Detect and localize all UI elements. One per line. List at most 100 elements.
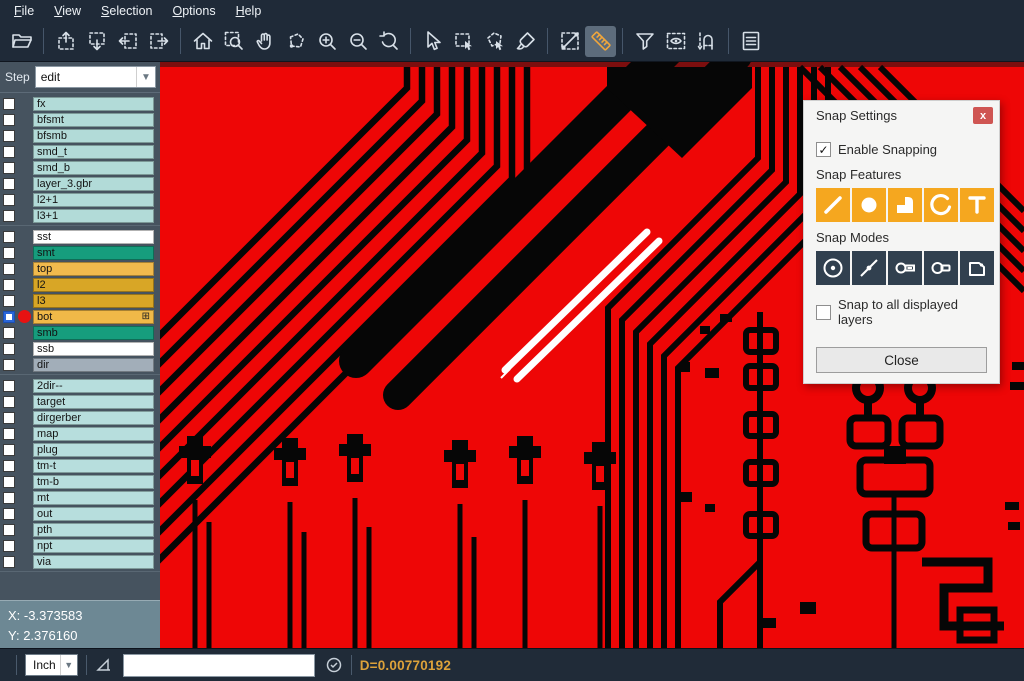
layer-name[interactable]: l2+1 [33, 193, 154, 207]
mode-midpoint-button[interactable] [852, 251, 886, 285]
layer-row[interactable]: pth [0, 522, 160, 537]
layer-grid-icon[interactable]: ⊞ [142, 312, 150, 322]
select-polygon-button[interactable] [479, 26, 510, 57]
layer-row[interactable]: top [0, 261, 160, 276]
layer-name[interactable]: target [33, 395, 154, 409]
select-rect-button[interactable] [448, 26, 479, 57]
menu-options[interactable]: Options [162, 2, 225, 20]
open-folder-button[interactable] [6, 26, 37, 57]
layer-name[interactable]: fx [33, 97, 154, 111]
layer-row[interactable]: smt [0, 245, 160, 260]
menu-file[interactable]: File [4, 2, 44, 20]
layer-name[interactable]: via [33, 555, 154, 569]
layer-row[interactable]: npt [0, 538, 160, 553]
layer-visibility-checkbox[interactable] [3, 396, 15, 408]
layer-visibility-checkbox[interactable] [3, 508, 15, 520]
layer-name[interactable]: tm-t [33, 459, 154, 473]
layer-name[interactable]: ssb [33, 342, 154, 356]
layer-visibility-checkbox[interactable] [3, 412, 15, 424]
report-button[interactable] [735, 26, 766, 57]
step-dropdown[interactable]: edit ▼ [35, 66, 156, 88]
layer-name[interactable]: smd_b [33, 161, 154, 175]
layer-name[interactable]: map [33, 427, 154, 441]
zoom-window-button[interactable] [280, 26, 311, 57]
layer-visibility-checkbox[interactable] [3, 428, 15, 440]
layer-visibility-checkbox[interactable] [3, 194, 15, 206]
snap-arc-button[interactable] [924, 188, 958, 222]
layer-row[interactable]: smd_t [0, 144, 160, 159]
layer-row[interactable]: 2dir-- [0, 378, 160, 393]
pan-hand-button[interactable] [249, 26, 280, 57]
layer-visibility-checkbox[interactable] [3, 524, 15, 536]
layer-row[interactable]: via [0, 554, 160, 569]
layer-visibility-checkbox[interactable] [3, 178, 15, 190]
layer-row[interactable]: bfsmb [0, 128, 160, 143]
shift-up-button[interactable] [50, 26, 81, 57]
ruler-button[interactable] [585, 26, 616, 57]
chevron-down-icon[interactable]: ▼ [60, 655, 77, 675]
close-icon[interactable]: x [973, 107, 993, 124]
menu-view[interactable]: View [44, 2, 91, 20]
layer-row[interactable]: layer_3.gbr [0, 176, 160, 191]
apply-check-icon[interactable] [325, 656, 343, 674]
chevron-down-icon[interactable]: ▼ [136, 67, 155, 87]
mode-contour-button[interactable] [960, 251, 994, 285]
layer-name[interactable]: dir [33, 358, 154, 372]
snap-circle-button[interactable] [852, 188, 886, 222]
layer-name[interactable]: out [33, 507, 154, 521]
snap-surface-button[interactable] [888, 188, 922, 222]
layer-visibility-checkbox[interactable] [3, 247, 15, 259]
layer-row[interactable]: l3 [0, 293, 160, 308]
dialog-titlebar[interactable]: Snap Settings x [804, 101, 999, 130]
layer-visibility-checkbox[interactable] [3, 460, 15, 472]
layer-row[interactable]: bot⊞ [0, 309, 160, 324]
shift-right-button[interactable] [143, 26, 174, 57]
layer-visibility-checkbox[interactable] [3, 444, 15, 456]
command-input[interactable] [123, 654, 315, 677]
layer-visibility-checkbox[interactable] [3, 380, 15, 392]
snap-line-button[interactable] [816, 188, 850, 222]
enable-snapping-checkbox[interactable]: ✓ [816, 142, 831, 157]
layer-visibility-checkbox[interactable] [3, 114, 15, 126]
layer-visibility-checkbox[interactable] [3, 210, 15, 222]
layer-row[interactable]: tm-b [0, 474, 160, 489]
layer-row[interactable]: l2 [0, 277, 160, 292]
layer-visibility-checkbox[interactable] [3, 311, 15, 323]
layer-row[interactable]: bfsmt [0, 112, 160, 127]
measure-line-button[interactable] [554, 26, 585, 57]
layer-row[interactable]: out [0, 506, 160, 521]
layer-visibility-checkbox[interactable] [3, 130, 15, 142]
zoom-out-button[interactable] [342, 26, 373, 57]
layer-visibility-checkbox[interactable] [3, 263, 15, 275]
layer-name[interactable]: smd_t [33, 145, 154, 159]
view-options-button[interactable] [660, 26, 691, 57]
layer-row[interactable]: ssb [0, 341, 160, 356]
layer-row[interactable]: mt [0, 490, 160, 505]
layer-name[interactable]: tm-b [33, 475, 154, 489]
layer-row[interactable]: plug [0, 442, 160, 457]
layer-name[interactable]: layer_3.gbr [33, 177, 154, 191]
layer-row[interactable]: dirgerber [0, 410, 160, 425]
layer-visibility-checkbox[interactable] [3, 327, 15, 339]
layer-visibility-checkbox[interactable] [3, 162, 15, 174]
layer-visibility-checkbox[interactable] [3, 279, 15, 291]
close-button[interactable]: Close [816, 347, 987, 373]
snap-text-button[interactable] [960, 188, 994, 222]
all-layers-row[interactable]: Snap to all displayed layers [816, 297, 987, 327]
enable-snapping-row[interactable]: ✓ Enable Snapping [816, 142, 987, 157]
brush-button[interactable] [510, 26, 541, 57]
menu-help[interactable]: Help [226, 2, 272, 20]
mode-center-button[interactable] [816, 251, 850, 285]
layer-visibility-checkbox[interactable] [3, 231, 15, 243]
layer-visibility-checkbox[interactable] [3, 556, 15, 568]
layer-row[interactable]: map [0, 426, 160, 441]
layer-row[interactable]: fx [0, 96, 160, 111]
layer-name[interactable]: sst [33, 230, 154, 244]
layer-row[interactable]: smd_b [0, 160, 160, 175]
layer-row[interactable]: smb [0, 325, 160, 340]
layer-visibility-checkbox[interactable] [3, 476, 15, 488]
layer-row[interactable]: l3+1 [0, 208, 160, 223]
layer-name[interactable]: pth [33, 523, 154, 537]
all-layers-checkbox[interactable] [816, 305, 831, 320]
zoom-previous-button[interactable] [373, 26, 404, 57]
